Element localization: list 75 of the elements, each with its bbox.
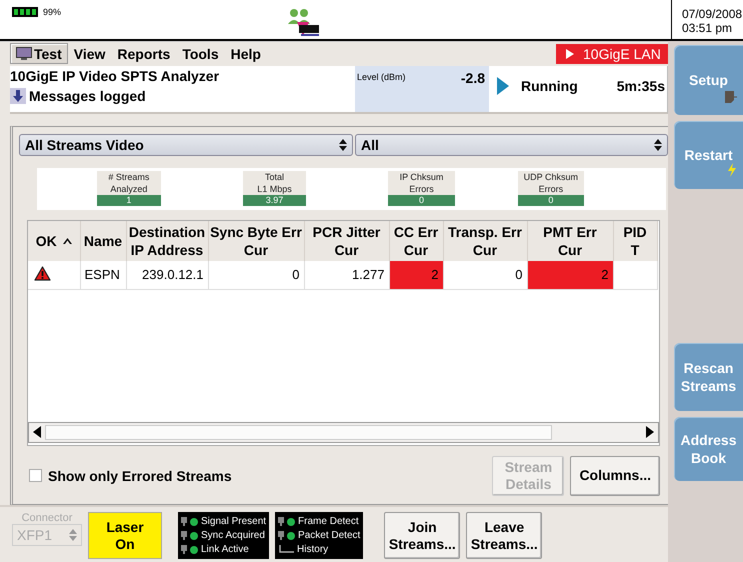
column-header[interactable]: Transp. Err Cur [443, 220, 527, 261]
time-text: 03:51 pm [682, 21, 734, 35]
stat-value: 1 [97, 195, 161, 206]
stack-icon [278, 517, 284, 526]
laser-button[interactable]: Laser On [88, 512, 162, 560]
menu-item[interactable]: Help [224, 43, 267, 64]
date-text: 07/09/2008 [682, 7, 743, 21]
column-header[interactable]: PID T [613, 220, 657, 261]
battery-level: 99% [43, 7, 62, 17]
spinner-icon [69, 529, 77, 542]
right-arrow-icon [646, 426, 654, 438]
table-cell: 2 [389, 260, 443, 290]
left-arrow-icon [33, 426, 41, 438]
table-cell: 0 [443, 260, 527, 290]
table-cell: ESPN [80, 260, 126, 290]
led-label: Sync Acquired [201, 530, 265, 542]
run-status: Running [521, 78, 579, 94]
table-cell: 2 [527, 260, 613, 290]
checkbox-label: Show only Errored Streams [48, 468, 232, 484]
table-cell: 239.0.12.1 [126, 260, 208, 290]
play-icon [566, 48, 574, 59]
stream-button[interactable]: Join Streams... [384, 512, 460, 560]
level-value: -2.8 [460, 70, 485, 86]
elapsed-time: 5m:35s [616, 78, 665, 94]
down-arrow-icon [10, 88, 26, 104]
menu-item[interactable]: Test [10, 43, 68, 64]
stat-value: 0 [518, 195, 584, 206]
stack-icon [181, 531, 187, 540]
led-label: Signal Present [201, 516, 266, 528]
lightning-icon [727, 163, 737, 177]
horizontal-scrollbar[interactable] [28, 422, 659, 443]
column-header[interactable]: Destination IP Address [126, 220, 208, 261]
stat-label: Total L1 Mbps [256, 171, 293, 196]
stack-icon [278, 531, 284, 540]
column-header[interactable]: Sync Byte Err Cur [208, 220, 304, 261]
led-label: Packet Detect [298, 530, 360, 542]
bracket-icon [278, 545, 294, 554]
column-header[interactable]: PCR Jitter Cur [304, 220, 389, 261]
logo-icon [287, 8, 321, 38]
spinner-icon [654, 138, 662, 151]
panel-button[interactable]: Columns... [570, 456, 660, 496]
filter-dropdown[interactable]: All [355, 134, 668, 156]
stat-value: 0 [388, 195, 455, 206]
page-icon [725, 91, 737, 103]
stat-label: IP Chksum Errors [398, 171, 444, 196]
column-header[interactable]: Name [80, 220, 126, 261]
table-cell: 0 [208, 260, 304, 290]
filter-dropdown[interactable]: All Streams Video [19, 134, 353, 156]
menu-item[interactable]: View [68, 43, 112, 64]
menu-item[interactable]: Reports [111, 43, 176, 64]
column-header[interactable]: PMT Err Cur [527, 220, 613, 261]
play-icon [497, 76, 509, 95]
interface-label: 10GigE LAN [583, 46, 661, 62]
stack-icon [181, 517, 187, 526]
connector-label: Connector [22, 512, 72, 524]
battery-icon [12, 7, 38, 17]
stat-label: # Streams Analyzed [107, 171, 150, 196]
scroll-thumb[interactable] [45, 424, 552, 440]
menu-item[interactable]: Tools [176, 43, 225, 64]
led-label: Frame Detect [298, 516, 359, 528]
led-label: Link Active [201, 544, 249, 556]
messages-status: Messages logged [29, 88, 146, 104]
column-header[interactable]: OK [28, 220, 80, 261]
stack-icon [181, 545, 187, 554]
checkbox[interactable] [29, 469, 42, 482]
table-cell: 1.277 [304, 260, 389, 290]
stat-label: UDP Chksum Errors [522, 171, 580, 196]
stream-button[interactable]: Leave Streams... [466, 512, 542, 560]
analyzer-title: 10GigE IP Video SPTS Analyzer [10, 68, 220, 84]
spinner-icon [339, 138, 347, 151]
level-label: Level (dBm) [357, 72, 406, 82]
monitor-icon [16, 47, 32, 60]
stat-value: 3.97 [242, 195, 306, 206]
led-label: History [297, 544, 328, 556]
column-header[interactable]: CC Err Cur [389, 220, 443, 261]
